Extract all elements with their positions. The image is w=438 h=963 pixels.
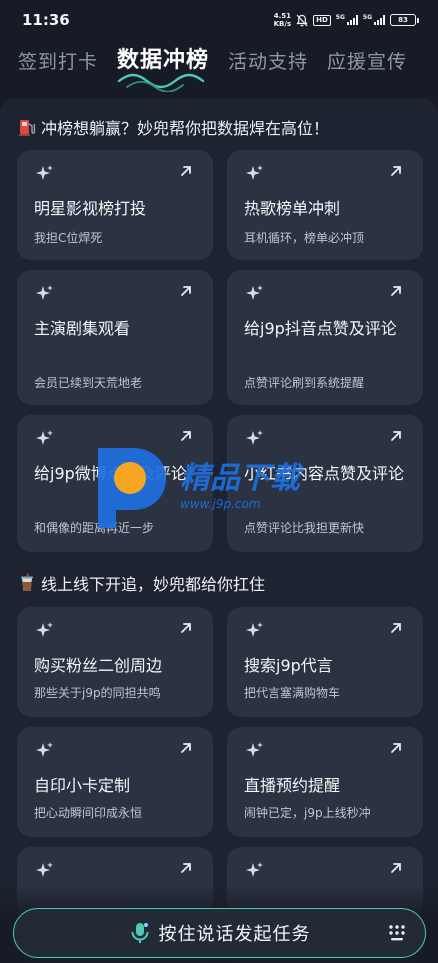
task-card-title: 热歌榜单冲刺 xyxy=(244,199,341,218)
sparkle-icon xyxy=(246,285,263,300)
tab-fan-promotion[interactable]: 应援宣传 xyxy=(327,47,407,74)
task-card[interactable]: 明星影视榜打投 我担C位焊死 xyxy=(17,150,213,260)
task-card-title: 明星影视榜打投 xyxy=(34,199,147,218)
task-card[interactable]: 直播预约提醒 闹钟已定，j9p上线秒冲 xyxy=(227,727,423,837)
voice-input-button[interactable]: 按住说话发起任务 xyxy=(13,908,426,958)
arrow-up-right-icon xyxy=(181,166,191,176)
tab-bar: 签到打卡 数据冲榜 活动支持 应援宣传 xyxy=(18,42,407,92)
microphone-icon xyxy=(131,923,148,943)
sparkle-icon xyxy=(36,165,53,180)
status-bar: 11:36 4.51 KB/s HD 5G 5G 83 xyxy=(0,0,438,40)
arrow-up-right-icon xyxy=(391,743,401,753)
arrow-up-right-icon xyxy=(391,623,401,633)
arrow-up-right-icon xyxy=(181,743,191,753)
sparkle-icon xyxy=(36,430,53,445)
network-speed: 4.51 KB/s xyxy=(274,12,291,28)
task-card-subtitle: 把代言塞满购物车 xyxy=(244,686,341,700)
hd-badge: HD xyxy=(313,14,331,26)
task-card-subtitle: 那些关于j9p的同担共鸣 xyxy=(34,686,161,700)
signal-strength-icon: 5G xyxy=(363,15,385,25)
arrow-up-right-icon xyxy=(391,166,401,176)
fuel-pump-icon xyxy=(19,120,36,136)
section-title: 线上线下开追，妙兜都给你扛住 xyxy=(17,571,265,595)
task-card-title: 给j9p抖音点赞及评论 xyxy=(244,319,397,338)
arrow-up-right-icon xyxy=(391,431,401,441)
sparkle-icon xyxy=(36,622,53,637)
signal-label: 5G xyxy=(335,14,345,21)
tab-check-in[interactable]: 签到打卡 xyxy=(18,47,98,74)
arrow-up-right-icon xyxy=(391,863,401,873)
task-card[interactable]: 热歌榜单冲刺 耳机循环，榜单必冲顶 xyxy=(227,150,423,260)
task-card-title: 直播预约提醒 xyxy=(244,776,341,795)
bell-off-icon xyxy=(296,14,308,26)
signal-label: 5G xyxy=(362,14,372,21)
arrow-up-right-icon xyxy=(391,286,401,296)
task-card-title: 购买粉丝二创周边 xyxy=(34,656,163,675)
tab-data-ranking[interactable]: 数据冲榜 xyxy=(117,42,209,92)
network-speed-unit: KB/s xyxy=(273,20,292,28)
sparkle-icon xyxy=(36,285,53,300)
task-card[interactable]: 主演剧集观看 会员已续到天荒地老 xyxy=(17,270,213,405)
arrow-up-right-icon xyxy=(181,286,191,296)
task-card-subtitle: 点赞评论刷到系统提醒 xyxy=(244,376,365,390)
watermark-brand-text: 精品下载 xyxy=(180,461,304,496)
sparkle-icon xyxy=(246,622,263,637)
task-card-subtitle: 把心动瞬间印成永恒 xyxy=(34,806,143,820)
sparkle-icon xyxy=(36,742,53,757)
watermark-url-text: www.j9p.com xyxy=(180,497,261,511)
status-time: 11:36 xyxy=(22,11,70,29)
milk-tea-icon xyxy=(21,573,33,591)
task-card-subtitle: 会员已续到天荒地老 xyxy=(34,376,143,390)
sparkle-icon xyxy=(246,165,263,180)
sparkle-icon xyxy=(36,862,53,877)
task-card[interactable]: 搜索j9p代言 把代言塞满购物车 xyxy=(227,607,423,717)
task-card-subtitle: 我担C位焊死 xyxy=(34,231,103,245)
tab-event-support[interactable]: 活动支持 xyxy=(228,47,308,74)
section-title-text: 线上线下开追，妙兜都给你扛住 xyxy=(41,575,266,594)
section-title: 冲榜想躺赢？妙兜帮你把数据焊在高位！ xyxy=(17,115,329,139)
battery-icon: 83 xyxy=(390,14,419,26)
keypad-icon[interactable] xyxy=(387,923,407,943)
task-card-title: 主演剧集观看 xyxy=(34,319,131,338)
sparkle-icon xyxy=(246,862,263,877)
task-card[interactable]: 给j9p抖音点赞及评论 点赞评论刷到系统提醒 xyxy=(227,270,423,405)
task-card-subtitle: 耳机循环，榜单必冲顶 xyxy=(244,231,365,245)
status-icons: 4.51 KB/s HD 5G 5G 83 xyxy=(274,12,419,28)
section-title-text: 冲榜想躺赢？妙兜帮你把数据焊在高位！ xyxy=(41,119,330,138)
task-card-subtitle: 闹钟已定，j9p上线秒冲 xyxy=(244,806,371,820)
task-card-title: 搜索j9p代言 xyxy=(244,656,333,675)
sparkle-icon xyxy=(246,742,263,757)
task-card-title: 自印小卡定制 xyxy=(34,776,131,795)
network-speed-value: 4.51 xyxy=(273,12,291,20)
arrow-up-right-icon xyxy=(181,863,191,873)
watermark-logo: 精品下载 www.j9p.com xyxy=(98,448,304,528)
voice-input-label: 按住说话发起任务 xyxy=(158,924,311,945)
signal-strength-icon: 5G xyxy=(336,15,358,25)
task-card[interactable]: 自印小卡定制 把心动瞬间印成永恒 xyxy=(17,727,213,837)
active-tab-wave-indicator xyxy=(117,73,205,92)
task-card[interactable]: 购买粉丝二创周边 那些关于j9p的同担共鸣 xyxy=(17,607,213,717)
arrow-up-right-icon xyxy=(181,623,191,633)
